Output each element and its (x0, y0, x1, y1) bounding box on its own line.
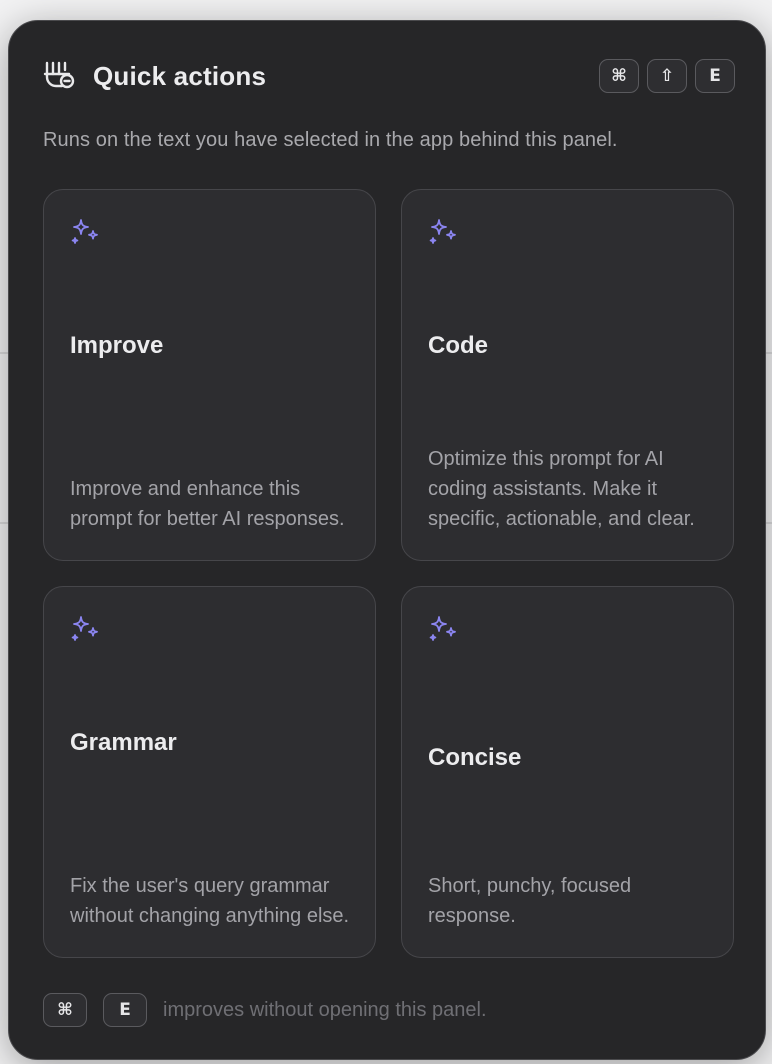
action-description: Optimize this prompt for AI coding assis… (428, 448, 695, 530)
shift-key: ⇧ (647, 59, 687, 93)
sparkle-icon (429, 219, 456, 244)
action-description: Improve and enhance this prompt for bett… (70, 478, 345, 530)
shortcut-keys: ⌘ ⇧ E (599, 59, 735, 93)
action-title: Concise (428, 744, 522, 771)
sparkle-icon (71, 616, 98, 641)
action-card-grammar[interactable]: Grammar Fix the user's query grammar wit… (43, 586, 376, 958)
e-key: E (695, 59, 735, 93)
e-key: E (103, 993, 147, 1027)
action-card-concise[interactable]: Concise Short, punchy, focused response. (401, 586, 734, 958)
action-card-improve[interactable]: Improve Improve and enhance this prompt … (43, 189, 376, 561)
action-card-code[interactable]: Code Optimize this prompt for AI coding … (401, 189, 734, 561)
command-key: ⌘ (599, 59, 639, 93)
action-title: Improve (70, 332, 164, 359)
panel-title: Quick actions (93, 60, 267, 91)
app-logo-icon (41, 57, 79, 95)
quick-actions-panel: Quick actions ⌘ ⇧ E Runs on the text you… (8, 20, 766, 1060)
sparkle-icon (429, 616, 456, 641)
panel-footer: ⌘ E improves without opening this panel. (43, 993, 487, 1027)
footer-hint: improves without opening this panel. (163, 998, 487, 1021)
panel-subtitle: Runs on the text you have selected in th… (43, 129, 618, 151)
command-key: ⌘ (43, 993, 87, 1027)
sparkle-icon (71, 219, 98, 244)
action-description: Short, punchy, focused response. (428, 875, 632, 927)
panel-header: Quick actions ⌘ ⇧ E (41, 57, 735, 95)
action-title: Code (428, 332, 488, 359)
action-title: Grammar (70, 729, 177, 756)
action-description: Fix the user's query grammar without cha… (70, 875, 350, 927)
